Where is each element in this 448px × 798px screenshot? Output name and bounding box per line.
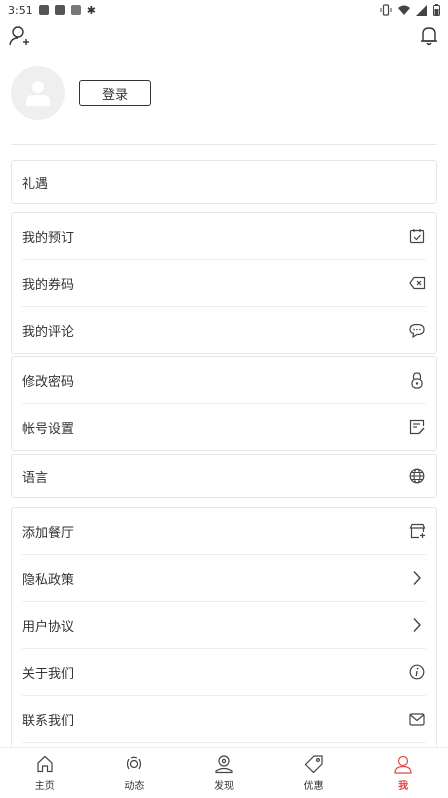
bottom-tab-bar: 主页 动态 发现 优惠 我 [0, 747, 448, 798]
menu-item-label: 我的评论 [22, 324, 75, 340]
tab-discover[interactable]: 发现 [194, 754, 254, 792]
tab-label: 动态 [124, 781, 145, 792]
menu-item-contact-us[interactable]: 联系我们 [22, 695, 426, 742]
status-right [380, 4, 440, 16]
menu-item-user-agreement[interactable]: 用户协议 [22, 601, 426, 648]
chevron-right-icon [408, 616, 426, 634]
menu-item-my-bookings[interactable]: 我的预订 [22, 213, 426, 259]
avatar-placeholder-icon [26, 81, 50, 106]
status-bar: 3:51 ✱ [0, 0, 448, 20]
menu-item-privacy-policy[interactable]: 隐私政策 [22, 554, 426, 601]
mail-icon [408, 710, 426, 728]
menu-item-label: 联系我们 [22, 713, 75, 729]
benefits-card: 礼遇 [11, 160, 437, 204]
menu-item-my-coupons[interactable]: 我的券码 [22, 259, 426, 306]
user-icon [394, 755, 412, 774]
add-shop-icon [408, 522, 426, 540]
menu-item-my-reviews[interactable]: 我的评论 [22, 306, 426, 353]
globe-icon [408, 467, 426, 485]
tab-label: 我 [398, 781, 409, 792]
notification-icon [38, 5, 49, 15]
notification-icon [54, 5, 65, 15]
edit-icon [408, 418, 426, 436]
battery-icon [433, 4, 440, 16]
top-bar [0, 22, 448, 52]
menu-item-label: 语言 [22, 470, 49, 486]
status-left: 3:51 ✱ [8, 4, 96, 17]
menu-item-add-restaurant[interactable]: 添加餐厅 [22, 508, 426, 554]
status-time: 3:51 [8, 3, 33, 17]
tab-label: 发现 [213, 781, 234, 792]
info-icon [408, 663, 426, 681]
menu-item-change-password[interactable]: 修改密码 [22, 357, 426, 403]
account-card: 修改密码 帐号设置 [11, 356, 437, 451]
comment-icon [408, 321, 426, 339]
bug-icon: ✱ [86, 3, 96, 17]
calendar-check-icon [408, 227, 426, 245]
menu-item-label: 用户协议 [22, 619, 75, 635]
bell-icon[interactable] [418, 25, 440, 47]
tab-feed[interactable]: 动态 [104, 754, 164, 792]
tab-deals[interactable]: 优惠 [284, 754, 344, 792]
menu-item-account-settings[interactable]: 帐号设置 [22, 403, 426, 450]
profile-section: 登录 [11, 66, 437, 145]
chevron-right-icon [408, 569, 426, 587]
menu-item-benefits[interactable]: 礼遇 [22, 161, 426, 203]
menu-item-label: 添加餐厅 [22, 525, 75, 541]
home-icon [37, 755, 53, 773]
lock-icon [408, 371, 426, 389]
menu-item-label: 礼遇 [22, 176, 49, 192]
tab-home[interactable]: 主页 [15, 754, 75, 792]
avatar[interactable] [11, 66, 65, 120]
menu-item-label: 帐号设置 [22, 421, 75, 437]
tab-label: 优惠 [303, 781, 324, 792]
info-card: 添加餐厅 隐私政策 用户协议 关于我们 联系我们 [11, 507, 437, 759]
add-friend-icon[interactable] [8, 25, 30, 47]
menu-item-label: 我的预订 [22, 230, 75, 246]
menu-item-label: 我的券码 [22, 277, 75, 293]
menu-item-label: 隐私政策 [22, 572, 75, 588]
discover-icon [215, 755, 233, 774]
ticket-icon [408, 274, 426, 292]
vibrate-icon [380, 4, 392, 16]
login-button[interactable]: 登录 [79, 80, 151, 106]
menu-item-label: 关于我们 [22, 666, 75, 682]
tab-me[interactable]: 我 [373, 754, 433, 792]
feed-icon [127, 756, 142, 770]
menu-item-about-us[interactable]: 关于我们 [22, 648, 426, 695]
menu-item-label: 修改密码 [22, 374, 75, 390]
signal-icon [416, 4, 427, 16]
tab-label: 主页 [34, 781, 55, 792]
notification-icon [70, 5, 81, 15]
orders-card: 我的预订 我的券码 我的评论 [11, 212, 437, 354]
language-card: 语言 [11, 454, 437, 498]
tag-icon [304, 755, 323, 774]
wifi-icon [398, 5, 410, 15]
menu-item-language[interactable]: 语言 [22, 455, 426, 497]
